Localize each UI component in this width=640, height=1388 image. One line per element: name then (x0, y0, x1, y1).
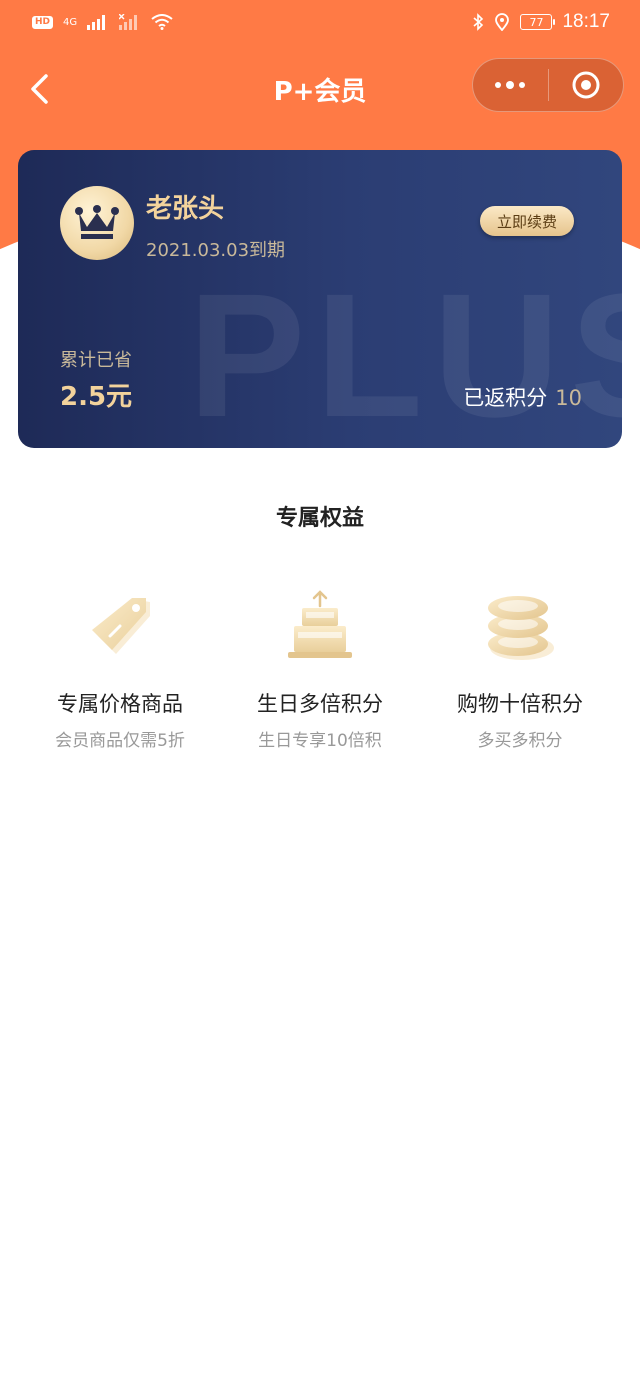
miniprogram-capsule (472, 58, 624, 112)
more-dots-icon (495, 81, 526, 89)
saved-value: 2.5元 (60, 382, 133, 412)
bluetooth-icon (473, 13, 484, 31)
benefit-item-shopping[interactable]: 购物十倍积分 多买多积分 (420, 590, 620, 751)
benefit-item-price[interactable]: 专属价格商品 会员商品仅需5折 (20, 590, 220, 751)
signal-no-service-icon (119, 14, 138, 30)
network-label: 4G (63, 16, 78, 28)
wifi-icon (151, 14, 173, 30)
hd-badge: HD (32, 15, 54, 29)
benefit-title: 专属价格商品 (57, 692, 183, 716)
benefit-title: 购物十倍积分 (457, 692, 583, 716)
points-value: 10 (555, 386, 582, 410)
close-miniprogram-button[interactable] (549, 59, 624, 111)
target-close-icon (572, 71, 600, 99)
avatar (60, 186, 134, 260)
expire-date: 2021.03.03到期 (146, 240, 286, 261)
crown-icon (75, 205, 119, 239)
status-bar: HD 4G 77 18:17 (0, 0, 640, 44)
birthday-cake-icon (275, 590, 365, 670)
nav-bar: P+会员 (0, 54, 640, 124)
battery-level: 77 (529, 15, 544, 29)
plus-watermark: PLUS (188, 258, 622, 448)
user-name: 老张头 (146, 194, 225, 224)
section-title: 专属权益 (275, 506, 364, 531)
coin-stack-icon (475, 590, 565, 670)
signal-icon (87, 15, 106, 30)
renew-button[interactable]: 立即续费 (480, 206, 574, 236)
points-summary: 已返积分 10 (463, 382, 582, 412)
status-time: 18:17 (562, 11, 610, 32)
benefit-subtitle: 多买多积分 (477, 731, 563, 751)
points-label: 已返积分 (463, 386, 548, 410)
more-button[interactable] (473, 59, 548, 111)
location-icon (495, 13, 510, 31)
page-title: P+会员 (273, 76, 367, 107)
benefit-subtitle: 生日专享10倍积 (258, 731, 382, 751)
benefit-title: 生日多倍积分 (257, 692, 383, 716)
price-tag-icon (75, 590, 165, 670)
saved-label: 累计已省 (60, 350, 132, 371)
back-button[interactable] (24, 72, 58, 106)
status-left: HD 4G (32, 14, 173, 30)
status-right: 77 18:17 (472, 11, 610, 33)
member-card: PLUS 老张头 2021.03.03到期 立即续费 累计已省 2.5元 已返积… (18, 150, 622, 448)
benefit-subtitle: 会员商品仅需5折 (55, 731, 185, 751)
benefit-item-birthday[interactable]: 生日多倍积分 生日专享10倍积 (220, 590, 420, 751)
battery-icon: 77 (520, 14, 556, 30)
